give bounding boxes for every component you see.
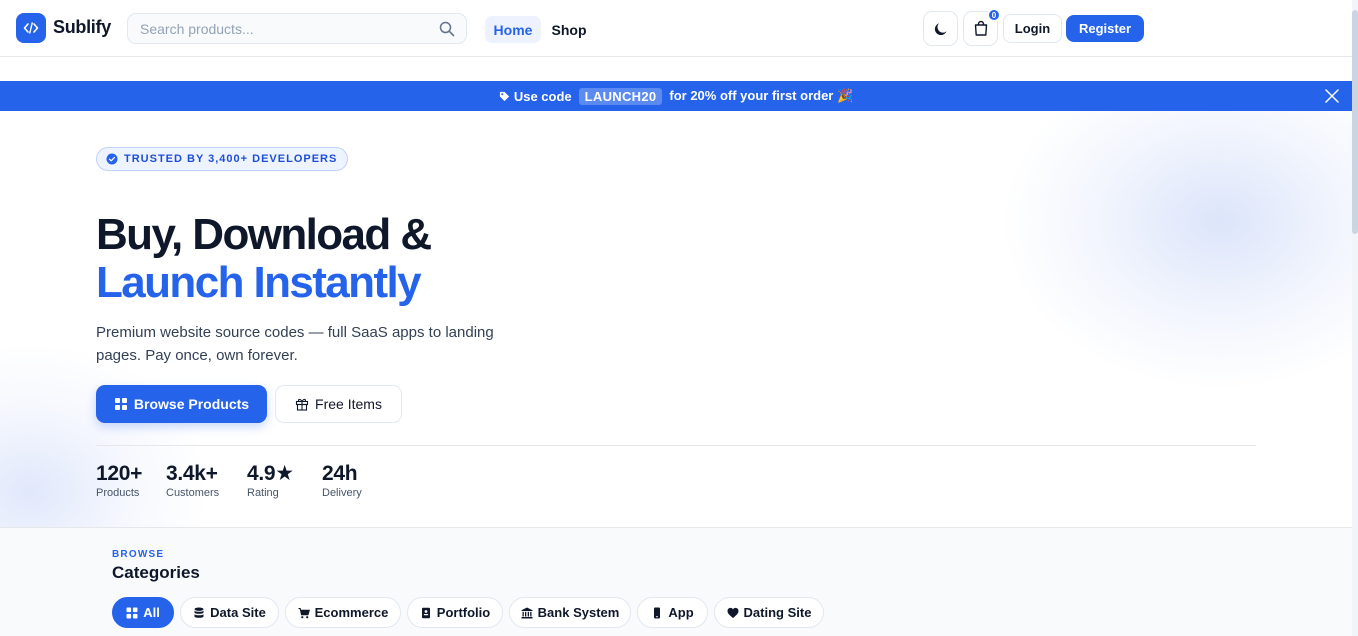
stat-rating: 4.9★ Rating — [247, 462, 294, 500]
search-icon[interactable] — [438, 20, 456, 38]
cart-icon — [298, 607, 310, 618]
category-pill-data-site[interactable]: Data Site — [180, 597, 279, 628]
promo-prefix: Use code — [513, 88, 572, 104]
category-pill-dating-site[interactable]: Dating Site — [714, 597, 824, 628]
moon-icon — [934, 22, 946, 35]
shopping-bag-icon — [974, 20, 987, 36]
stat-label: Customers — [166, 487, 220, 499]
logo-icon[interactable] — [16, 13, 46, 43]
category-pill-app[interactable]: App — [637, 597, 708, 628]
promo-banner: Use code LAUNCH20 for 20% off your first… — [0, 81, 1352, 111]
page-scrollbar[interactable] — [1352, 0, 1358, 636]
close-icon[interactable] — [1324, 88, 1340, 104]
stat-delivery: 24h Delivery — [322, 462, 362, 500]
category-pill-bank-system[interactable]: Bank System — [509, 597, 631, 628]
grid-icon — [114, 398, 127, 410]
search-box — [127, 13, 467, 44]
stat-value: 3.4k+ — [166, 462, 218, 485]
database-icon — [194, 607, 204, 618]
grid-icon — [126, 607, 138, 618]
phone-icon — [654, 607, 661, 618]
bank-icon — [521, 607, 533, 618]
portfolio-icon — [421, 607, 430, 618]
login-button[interactable]: Login — [1003, 14, 1062, 43]
hero-divider — [96, 445, 1256, 446]
stat-label: Rating — [247, 487, 279, 499]
hero-title: Buy, Download & — [96, 210, 432, 259]
category-pill-portfolio[interactable]: Portfolio — [407, 597, 503, 628]
promo-message: Use code LAUNCH20 for 20% off your first… — [0, 81, 1352, 111]
scrollbar-thumb[interactable] — [1352, 10, 1358, 234]
heart-icon — [727, 607, 739, 618]
nav-shop-link[interactable]: Shop — [545, 16, 593, 43]
hero-section: TRUSTED BY 3,400+ DEVELOPERS Buy, Downlo… — [0, 111, 1352, 527]
free-items-button[interactable]: Free Items — [275, 385, 402, 423]
browse-products-label: Browse Products — [133, 396, 250, 412]
stat-products: 120+ Products — [96, 462, 142, 500]
register-button[interactable]: Register — [1066, 15, 1144, 42]
category-pill-label: App — [668, 605, 694, 620]
category-pill-label: Dating Site — [743, 605, 812, 620]
trusted-badge-text: TRUSTED BY 3,400+ DEVELOPERS — [124, 153, 338, 165]
browse-products-button[interactable]: Browse Products — [96, 385, 267, 423]
hero-title-accent: Launch Instantly — [96, 258, 422, 307]
free-items-label: Free Items — [315, 396, 382, 412]
categories-eyebrow: BROWSE — [112, 549, 165, 560]
stat-value: 24h — [322, 462, 358, 485]
logo-text[interactable]: Sublify — [53, 17, 111, 38]
stat-value: 120+ — [96, 462, 143, 485]
theme-toggle-button[interactable] — [923, 11, 958, 46]
verified-icon — [106, 153, 118, 165]
cart-count-badge: 0 — [987, 8, 1001, 22]
trusted-badge: TRUSTED BY 3,400+ DEVELOPERS — [96, 147, 349, 171]
stat-label: Products — [96, 487, 140, 499]
category-pill-label: All — [143, 605, 160, 620]
promo-code: LAUNCH20 — [578, 87, 663, 105]
tag-icon — [499, 91, 509, 101]
category-pill-label: Portfolio — [436, 605, 491, 620]
category-pill-all[interactable]: All — [112, 597, 174, 628]
decorative-glow — [1000, 111, 1352, 391]
hero-subtitle: Premium website source codes — full SaaS… — [96, 324, 494, 364]
top-navbar: Sublify Home Shop 0 Login Register — [0, 0, 1352, 57]
promo-suffix: for 20% off your first order 🎉 — [669, 88, 854, 103]
category-pill-label: Bank System — [537, 605, 620, 620]
categories-title: Categories — [112, 563, 200, 582]
stat-customers: 3.4k+ Customers — [166, 462, 219, 500]
category-pill-label: Ecommerce — [314, 605, 389, 620]
categories-section: BROWSE Categories All Data Site Ecommerc… — [0, 527, 1352, 636]
stat-value: 4.9★ — [247, 462, 294, 485]
nav-home-link[interactable]: Home — [485, 16, 541, 43]
stat-label: Delivery — [322, 487, 362, 499]
search-input[interactable] — [128, 14, 428, 43]
category-pill-label: Data Site — [210, 605, 266, 620]
gift-icon — [295, 398, 309, 411]
category-pill-ecommerce[interactable]: Ecommerce — [285, 597, 401, 628]
code-icon — [23, 22, 39, 34]
